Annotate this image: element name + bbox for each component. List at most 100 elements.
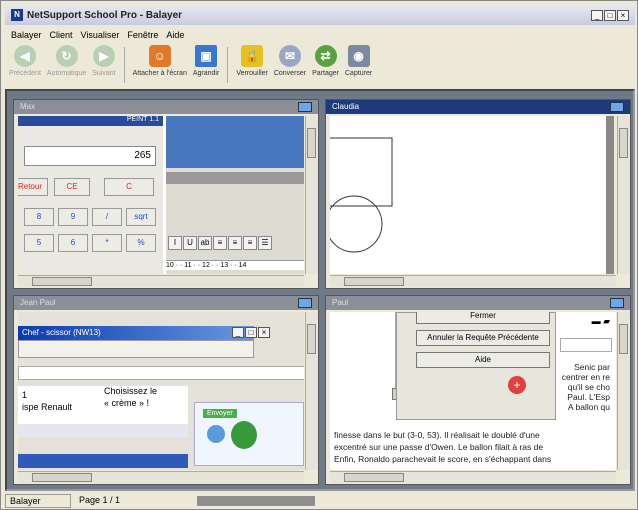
lock-icon: 🔒 bbox=[241, 45, 264, 67]
scroll-thumb[interactable] bbox=[344, 473, 404, 482]
client-screen[interactable] bbox=[330, 116, 606, 274]
share-button[interactable]: ⇄ Partager bbox=[312, 45, 339, 77]
pane-title-text: Max bbox=[20, 102, 36, 111]
menu-balayer[interactable]: Balayer bbox=[11, 30, 42, 40]
calc-key-divide[interactable]: / bbox=[92, 208, 122, 226]
client-pane-claudia[interactable]: Claudia bbox=[325, 99, 631, 289]
undo-request-button[interactable]: Annuler la Requête Précédente bbox=[416, 330, 550, 346]
menu-fenetre[interactable]: Fenêtre bbox=[127, 30, 158, 40]
list-item[interactable]: ispe Renault bbox=[22, 402, 72, 412]
scroll-thumb[interactable] bbox=[344, 277, 404, 286]
chat-icon: ✉ bbox=[278, 45, 301, 67]
title-bar: N NetSupport School Pro - Balayer _ □ × bbox=[5, 5, 635, 25]
client-screen[interactable]: PEINT 1.1 265 Retour CE C 8 9 / sqrt 5 6… bbox=[18, 116, 304, 274]
menu-client[interactable]: Client bbox=[50, 30, 73, 40]
maximize-button[interactable]: □ bbox=[604, 9, 616, 21]
folder-icon: ▬ ▰ bbox=[591, 316, 610, 326]
dialog-body bbox=[18, 340, 254, 358]
add-icon[interactable]: + bbox=[508, 376, 526, 394]
close-button[interactable]: × bbox=[258, 327, 270, 338]
pane-title-text: Paul bbox=[332, 298, 349, 307]
next-button[interactable]: ▶ Suivant bbox=[92, 45, 116, 77]
calc-key-sqrt[interactable]: sqrt bbox=[126, 208, 156, 226]
calc-key-6[interactable]: 6 bbox=[58, 234, 88, 252]
field[interactable] bbox=[560, 338, 612, 352]
list-item[interactable]: 1 bbox=[22, 390, 27, 400]
minimize-button[interactable]: _ bbox=[591, 9, 603, 21]
previous-button[interactable]: ◀ Précédent bbox=[9, 45, 41, 77]
capture-button[interactable]: ◉ Capturer bbox=[345, 45, 372, 77]
minimize-button[interactable]: _ bbox=[232, 327, 244, 338]
align-center-button[interactable]: ≡ bbox=[228, 236, 242, 250]
scroll-thumb[interactable] bbox=[619, 128, 628, 158]
attach-screen-button[interactable]: ☺ Attacher à l'écran bbox=[133, 45, 187, 77]
banner-label: Envoyer bbox=[203, 409, 237, 418]
next-label: Suivant bbox=[92, 70, 116, 77]
monitor-icon bbox=[610, 298, 624, 308]
auto-icon: ↻ bbox=[55, 45, 78, 67]
lock-label: Verrouiller bbox=[236, 70, 268, 77]
vertical-scrollbar[interactable] bbox=[617, 312, 629, 470]
share-label: Partager bbox=[312, 70, 339, 77]
client-pane-paul[interactable]: Paul ◂ Fermer Annuler la Requête Précéde… bbox=[325, 295, 631, 485]
italic-button[interactable]: I bbox=[168, 236, 182, 250]
close-button[interactable]: × bbox=[617, 9, 629, 21]
pane-title: Claudia bbox=[326, 100, 630, 114]
menu-visualiser[interactable]: Visualiser bbox=[81, 30, 120, 40]
vertical-scrollbar[interactable] bbox=[617, 116, 629, 274]
enlarge-button[interactable]: ▣ Agrandir bbox=[193, 45, 219, 77]
list-item[interactable]: Choisissez le bbox=[104, 386, 157, 396]
article-line: excentré sur une passe d'Owen. Le ballon… bbox=[334, 442, 544, 452]
automatic-button[interactable]: ↻ Automatique bbox=[47, 45, 86, 77]
bullets-button[interactable]: ☰ bbox=[258, 236, 272, 250]
left-panel bbox=[330, 312, 396, 396]
menu-aide[interactable]: Aide bbox=[166, 30, 184, 40]
client-screen[interactable]: Chef - scissor (NW13) _ □ × 1 ispe Renau… bbox=[18, 312, 304, 470]
calc-key-c[interactable]: C bbox=[104, 178, 154, 196]
dialog-title: Chef - scissor (NW13) bbox=[18, 326, 254, 340]
scroll-thumb[interactable] bbox=[32, 473, 92, 482]
vertical-scrollbar[interactable] bbox=[305, 312, 317, 470]
article-line: centrer en re bbox=[561, 372, 610, 382]
horizontal-scrollbar[interactable] bbox=[330, 275, 616, 287]
calc-key-percent[interactable]: % bbox=[126, 234, 156, 252]
address-field[interactable] bbox=[18, 366, 304, 380]
client-pane-max[interactable]: Max PEINT 1.1 265 Retour CE C 8 9 / sqrt… bbox=[13, 99, 319, 289]
monitor-icon bbox=[610, 102, 624, 112]
calc-key-5[interactable]: 5 bbox=[24, 234, 54, 252]
align-right-button[interactable]: ≡ bbox=[243, 236, 257, 250]
main-window: N NetSupport School Pro - Balayer _ □ × … bbox=[0, 0, 638, 510]
horizontal-scrollbar[interactable] bbox=[18, 275, 304, 287]
calc-key-9[interactable]: 9 bbox=[58, 208, 88, 226]
align-left-button[interactable]: ≡ bbox=[213, 236, 227, 250]
calc-key-8[interactable]: 8 bbox=[24, 208, 54, 226]
horizontal-scrollbar[interactable] bbox=[330, 471, 616, 483]
horizontal-scrollbar[interactable] bbox=[18, 471, 304, 483]
calc-key-ce[interactable]: CE bbox=[54, 178, 90, 196]
article-line: qu'il se cho bbox=[567, 382, 610, 392]
window-title: NetSupport School Pro - Balayer bbox=[27, 9, 183, 21]
scroll-thumb[interactable] bbox=[307, 128, 316, 158]
messenger-icon bbox=[231, 421, 257, 449]
calc-key-back[interactable]: Retour bbox=[18, 178, 48, 196]
lock-button[interactable]: 🔒 Verrouiller bbox=[236, 45, 268, 77]
client-screen[interactable]: ◂ Fermer Annuler la Requête Précédente A… bbox=[330, 312, 616, 470]
underline-button[interactable]: U bbox=[183, 236, 197, 250]
calc-key-multiply[interactable]: * bbox=[92, 234, 122, 252]
menu-bar: Balayer Client Visualiser Fenêtre Aide bbox=[5, 27, 635, 43]
scroll-thumb[interactable] bbox=[619, 324, 628, 354]
help-button[interactable]: Aide bbox=[416, 352, 550, 368]
chat-button[interactable]: ✉ Converser bbox=[274, 45, 306, 77]
scroll-thumb[interactable] bbox=[307, 324, 316, 354]
vertical-scrollbar[interactable] bbox=[305, 116, 317, 274]
article-line: finesse dans le but (3-0, 53). Il réalis… bbox=[334, 430, 540, 440]
list-item[interactable]: « crème » ! bbox=[104, 398, 149, 408]
client-pane-jean-paul[interactable]: Jean Paul Chef - scissor (NW13) _ □ × 1 … bbox=[13, 295, 319, 485]
chat-label: Converser bbox=[273, 70, 307, 77]
maximize-button[interactable]: □ bbox=[245, 327, 257, 338]
close-dialog-button[interactable]: Fermer bbox=[416, 312, 550, 324]
highlight-button[interactable]: ab bbox=[198, 236, 212, 250]
capture-label: Capturer bbox=[345, 70, 373, 77]
scroll-thumb[interactable] bbox=[32, 277, 92, 286]
selected-row[interactable] bbox=[18, 454, 188, 468]
